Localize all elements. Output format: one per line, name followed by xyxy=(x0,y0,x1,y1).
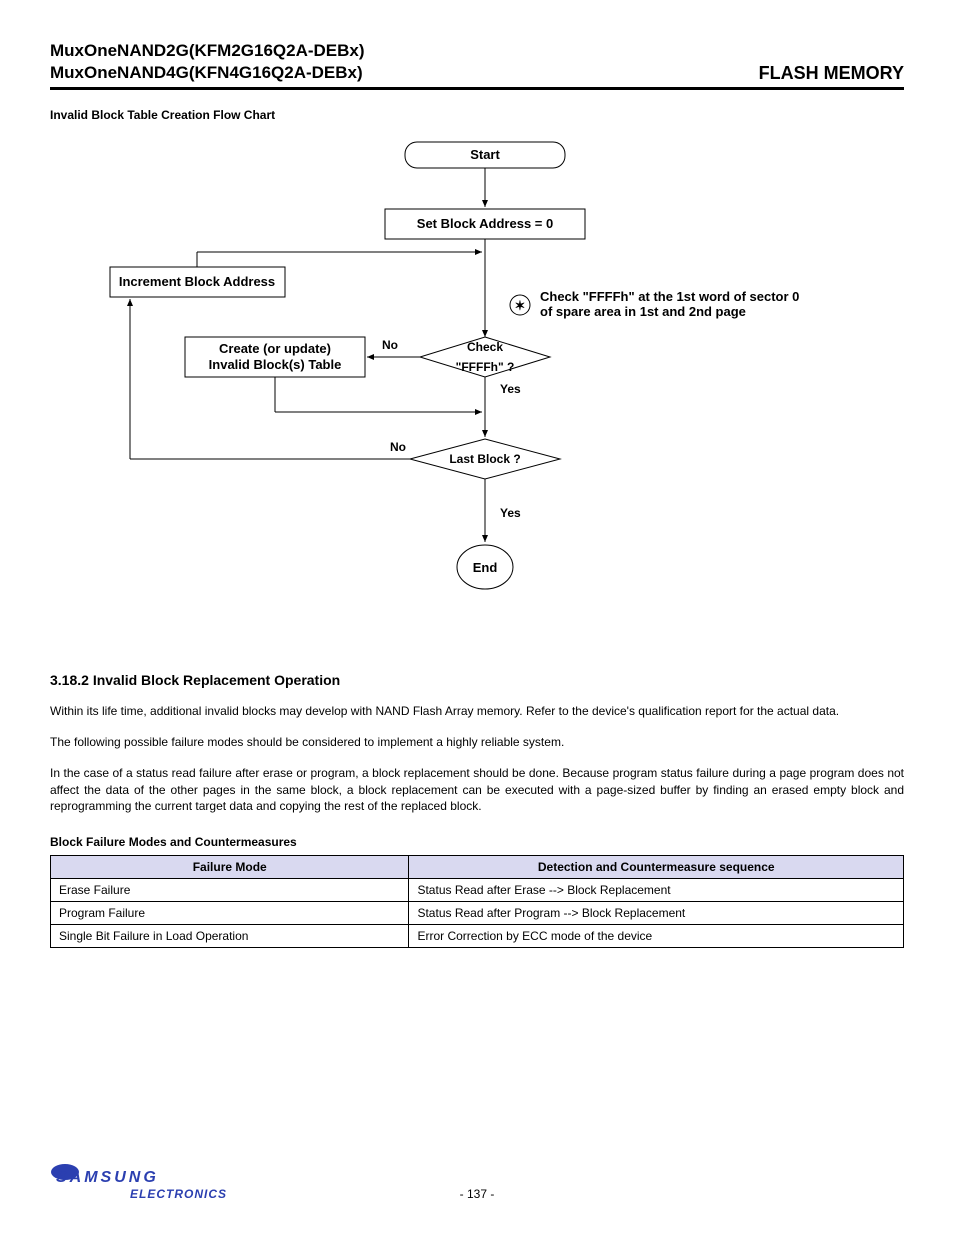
cell: Single Bit Failure in Load Operation xyxy=(51,925,409,948)
flow-no-1: No xyxy=(382,338,398,352)
product-line-1: MuxOneNAND2G(KFM2G16Q2A-DEBx) xyxy=(50,40,365,62)
logo-sub: ELECTRONICS xyxy=(130,1187,230,1201)
section-heading: 3.18.2 Invalid Block Replacement Operati… xyxy=(50,672,904,688)
cell: Status Read after Erase --> Block Replac… xyxy=(409,879,904,902)
flow-yes-2: Yes xyxy=(500,506,521,520)
paragraph-3: In the case of a status read failure aft… xyxy=(50,765,904,815)
samsung-logo: SAMSUNG ELECTRONICS xyxy=(50,1158,230,1201)
table-row: Erase Failure Status Read after Erase --… xyxy=(51,879,904,902)
paragraph-1: Within its life time, additional invalid… xyxy=(50,703,904,720)
flowchart: Start Set Block Address = 0 Increment Bl… xyxy=(50,137,904,647)
flow-yes-1: Yes xyxy=(500,382,521,396)
footer: SAMSUNG ELECTRONICS - 137 - xyxy=(50,1158,904,1201)
flow-no-2: No xyxy=(390,440,406,454)
flow-set-addr: Set Block Address = 0 xyxy=(417,216,553,231)
flow-end: End xyxy=(473,560,498,575)
table-header-1: Detection and Countermeasure sequence xyxy=(409,856,904,879)
table-header-0: Failure Mode xyxy=(51,856,409,879)
flow-note-1: Check "FFFFh" at the 1st word of sector … xyxy=(540,289,799,304)
cell: Erase Failure xyxy=(51,879,409,902)
logo-brand: SAMSUNG xyxy=(56,1169,159,1186)
product-line-2: MuxOneNAND4G(KFN4G16Q2A-DEBx) xyxy=(50,62,365,84)
table-title: Block Failure Modes and Countermeasures xyxy=(50,835,904,849)
star-icon: ✶ xyxy=(515,298,526,313)
page-header: MuxOneNAND2G(KFM2G16Q2A-DEBx) MuxOneNAND… xyxy=(50,40,904,90)
cell: Error Correction by ECC mode of the devi… xyxy=(409,925,904,948)
flow-check-2: "FFFFh" ? xyxy=(456,360,515,374)
cell: Status Read after Program --> Block Repl… xyxy=(409,902,904,925)
header-right: FLASH MEMORY xyxy=(759,63,904,84)
flow-increment: Increment Block Address xyxy=(119,274,275,289)
page-number: - 137 - xyxy=(230,1187,724,1201)
header-left: MuxOneNAND2G(KFM2G16Q2A-DEBx) MuxOneNAND… xyxy=(50,40,365,84)
table-row: Program Failure Status Read after Progra… xyxy=(51,902,904,925)
flowchart-title: Invalid Block Table Creation Flow Chart xyxy=(50,108,904,122)
paragraph-2: The following possible failure modes sho… xyxy=(50,734,904,751)
flow-create-1: Create (or update) xyxy=(219,341,331,356)
failure-table: Failure Mode Detection and Countermeasur… xyxy=(50,855,904,948)
flow-last-block: Last Block ? xyxy=(449,452,520,466)
table-row: Single Bit Failure in Load Operation Err… xyxy=(51,925,904,948)
flow-check-1: Check xyxy=(467,340,503,354)
flow-create-2: Invalid Block(s) Table xyxy=(209,357,342,372)
flow-start: Start xyxy=(470,147,500,162)
cell: Program Failure xyxy=(51,902,409,925)
flow-note-2: of spare area in 1st and 2nd page xyxy=(540,304,746,319)
